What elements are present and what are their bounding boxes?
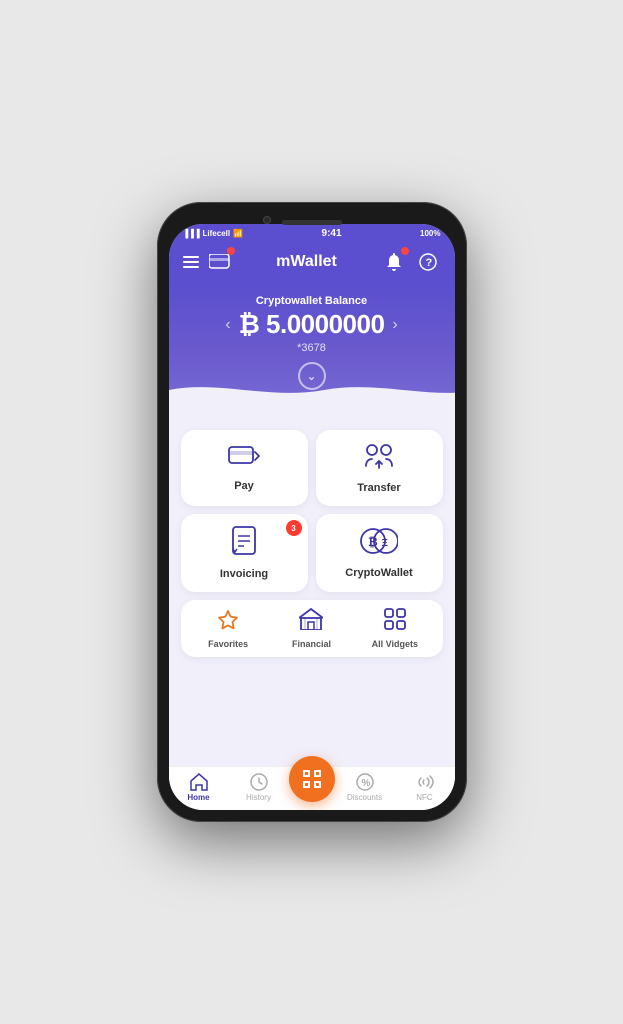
menu-button[interactable]: [183, 256, 199, 268]
speaker: [282, 220, 342, 225]
cryptowallet-label: CryptoWallet: [345, 567, 412, 579]
time-display: 9:41: [322, 228, 342, 239]
balance-amount: 5.0000000: [266, 309, 384, 339]
cryptowallet-icon: ₿ Ξ: [360, 527, 398, 561]
home-icon: [190, 773, 208, 791]
svg-text:%: %: [361, 778, 370, 789]
invoicing-badge: 3: [286, 520, 302, 536]
favorites-icon: [217, 609, 239, 636]
balance-label: Cryptowallet Balance: [189, 295, 435, 307]
invoicing-label: Invoicing: [220, 568, 268, 580]
main-content: Pay Transfer: [169, 420, 455, 766]
app-header: 1 mWallet ?: [169, 243, 455, 285]
cryptowallet-card[interactable]: ₿ Ξ CryptoWallet: [316, 514, 443, 592]
invoicing-icon: [231, 526, 257, 562]
transfer-icon: [362, 442, 396, 476]
header-left: 1: [183, 249, 233, 275]
wifi-icon: 📶: [233, 229, 243, 238]
tab-discounts[interactable]: % Discounts: [335, 773, 395, 802]
tab-home-label: Home: [187, 793, 209, 802]
prev-button[interactable]: ‹: [225, 316, 230, 334]
grid-row-3: Favorites Financial: [181, 600, 443, 657]
hero-section: Cryptowallet Balance ‹ ₿ 5.0000000 › *36…: [169, 285, 455, 420]
allwidgets-label: All Vidgets: [372, 639, 418, 649]
favorites-label: Favorites: [208, 639, 248, 649]
invoicing-card[interactable]: 3 Invoicing: [181, 514, 308, 592]
balance-display: ₿ 5.0000000: [239, 309, 385, 340]
phone-frame: ▐▐▐ Lifecell 📶 9:41 100% 1: [157, 202, 467, 822]
grid-row-1: Pay Transfer: [181, 430, 443, 506]
nfc-icon: [416, 773, 434, 791]
camera: [263, 216, 271, 224]
signal-bars: ▐▐▐: [183, 229, 200, 238]
notification-badge: [401, 247, 409, 255]
signal-area: ▐▐▐ Lifecell 📶: [183, 229, 244, 238]
balance-row: ‹ ₿ 5.0000000 ›: [189, 309, 435, 340]
notification-button[interactable]: [381, 249, 407, 275]
pay-icon: [228, 444, 260, 474]
carrier-name: Lifecell: [203, 229, 231, 238]
financial-icon: [299, 608, 323, 636]
tab-nfc[interactable]: NFC: [395, 773, 455, 802]
history-icon: [250, 773, 268, 791]
status-bar: ▐▐▐ Lifecell 📶 9:41 100%: [169, 224, 455, 243]
pay-label: Pay: [234, 480, 254, 492]
phone-screen: ▐▐▐ Lifecell 📶 9:41 100% 1: [169, 224, 455, 810]
transfer-label: Transfer: [357, 482, 400, 494]
tab-nfc-label: NFC: [416, 793, 432, 802]
tab-discounts-label: Discounts: [347, 793, 382, 802]
next-button[interactable]: ›: [392, 316, 397, 334]
tab-bar: Home History %: [169, 766, 455, 810]
account-number: *3678: [189, 342, 435, 354]
currency-symbol: ₿: [239, 309, 260, 339]
help-button[interactable]: ?: [415, 249, 441, 275]
card-badge: [227, 247, 235, 255]
allwidgets-icon: [384, 608, 406, 636]
favorites-item[interactable]: Favorites: [187, 609, 270, 649]
svg-text:?: ?: [425, 257, 432, 269]
tab-home[interactable]: Home: [169, 773, 229, 802]
scan-icon: [302, 769, 322, 789]
transfer-card[interactable]: Transfer: [316, 430, 443, 506]
tab-history[interactable]: History: [229, 773, 289, 802]
allwidgets-item[interactable]: All Vidgets: [353, 608, 436, 649]
card-icon[interactable]: 1: [207, 249, 233, 275]
svg-text:Ξ: Ξ: [382, 538, 389, 549]
pay-card[interactable]: Pay: [181, 430, 308, 506]
scan-button[interactable]: [289, 756, 335, 802]
header-right: ?: [381, 249, 441, 275]
grid-row-2: 3 Invoicing: [181, 514, 443, 592]
financial-label: Financial: [292, 639, 331, 649]
app-title: mWallet: [276, 253, 337, 271]
discounts-icon: %: [356, 773, 374, 791]
battery-display: 100%: [420, 229, 440, 238]
tab-history-label: History: [246, 793, 271, 802]
financial-item[interactable]: Financial: [270, 608, 353, 649]
